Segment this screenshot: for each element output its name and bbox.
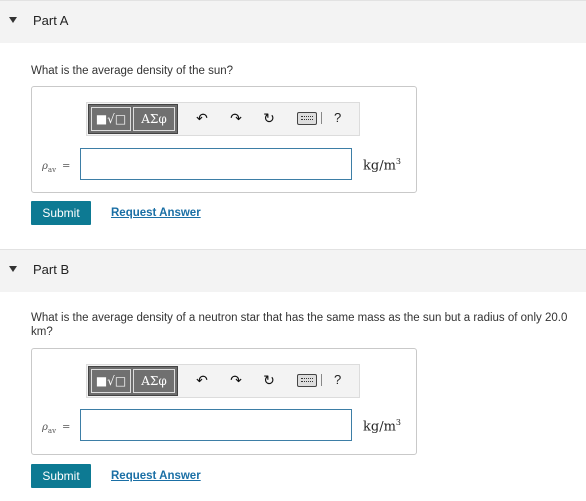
part-a-request-answer-link[interactable]: Request Answer [111,207,201,219]
part-a-header[interactable]: Part A [0,0,586,43]
toolbar-divider [321,112,322,124]
part-a-title: Part A [33,13,69,28]
symbols-button[interactable]: ΑΣφ [133,107,175,131]
part-a-question: What is the average density of the sun? [31,65,234,77]
part-b-submit-button[interactable]: Submit [31,464,91,488]
redo-icon[interactable]: ↷ [227,371,245,389]
collapse-caret-icon[interactable] [9,266,17,272]
keyboard-icon[interactable] [297,374,317,387]
variable-subscript: av [47,166,57,174]
redo-icon[interactable]: ↷ [227,109,245,127]
part-b-answer-input[interactable] [80,409,352,441]
collapse-caret-icon[interactable] [9,17,17,23]
variable-label: ρav = [42,161,70,174]
templates-button[interactable]: ■√□ [91,107,131,131]
part-b-title: Part B [33,262,70,277]
equals-sign: = [62,422,71,433]
undo-icon[interactable]: ↶ [193,109,211,127]
toolbar-divider [321,374,322,386]
reset-icon[interactable]: ↻ [260,371,278,389]
part-a-submit-button[interactable]: Submit [31,201,91,225]
part-b-answer-box: ■√□ ΑΣφ ↶ ↷ ↻ ? ρav = kg/m3 [31,348,417,455]
toolbar-template-group: ■√□ ΑΣφ [88,104,178,134]
keyboard-icon[interactable] [297,112,317,125]
toolbar-template-group: ■√□ ΑΣφ [88,366,178,396]
part-a-answer-box: ■√□ ΑΣφ ↶ ↷ ↻ ? ρav = kg/m3 [31,86,417,193]
equals-sign: = [62,161,71,172]
variable-label: ρav = [42,422,70,435]
templates-button[interactable]: ■√□ [91,369,131,393]
unit-text: kg/m [363,158,396,174]
unit-text: kg/m [363,419,396,435]
reset-icon[interactable]: ↻ [260,109,278,127]
unit-label: kg/m3 [363,418,401,434]
part-b-question: What is the average density of a neutron… [31,312,568,338]
help-button[interactable]: ? [334,372,341,387]
part-a-answer-input[interactable] [80,148,352,180]
variable-subscript: av [47,427,57,435]
unit-label: kg/m3 [363,157,401,173]
part-b-request-answer-link[interactable]: Request Answer [111,470,201,482]
unit-exponent: 3 [395,157,401,166]
math-toolbar: ■√□ ΑΣφ ↶ ↷ ↻ ? [86,364,360,398]
part-b-header[interactable]: Part B [0,249,586,292]
undo-icon[interactable]: ↶ [193,371,211,389]
symbols-button[interactable]: ΑΣφ [133,369,175,393]
math-toolbar: ■√□ ΑΣφ ↶ ↷ ↻ ? [86,102,360,136]
unit-exponent: 3 [395,418,401,427]
help-button[interactable]: ? [334,110,341,125]
